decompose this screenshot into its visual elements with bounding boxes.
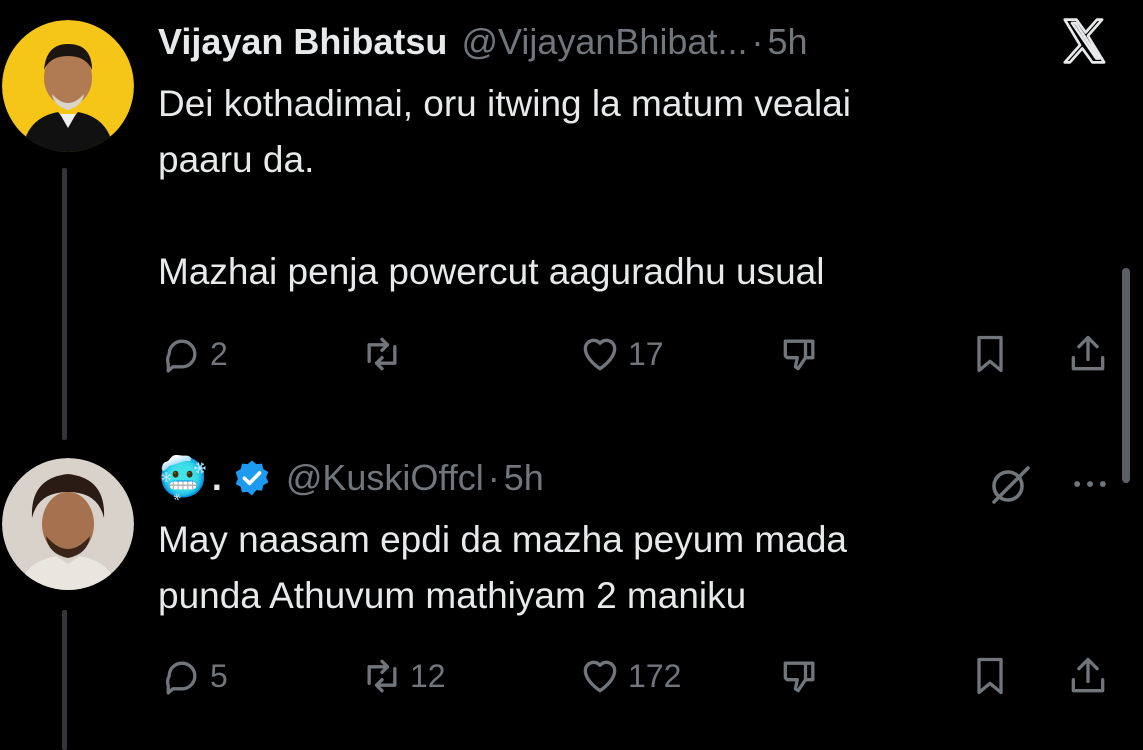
tweet-card[interactable]: Vijayan Bhibatsu @VijayanBhibat... · 5h … <box>0 0 1143 440</box>
reply-count: 5 <box>210 657 228 694</box>
more-options-icon[interactable] <box>1068 462 1112 506</box>
like-count: 172 <box>628 657 682 694</box>
thread-line <box>62 610 67 750</box>
bookmark-button[interactable] <box>968 332 1012 376</box>
thumbs-down-icon <box>783 339 815 371</box>
reply-count: 2 <box>210 335 228 372</box>
tweet-header: Vijayan Bhibatsu @VijayanBhibat... · 5h <box>158 18 808 66</box>
author-handle[interactable]: @VijayanBhibat... <box>461 21 747 63</box>
thumbs-down-icon <box>783 661 815 693</box>
tweet-actions: 5 12 172 <box>160 654 1120 698</box>
tweet-time[interactable]: 5h <box>768 21 808 63</box>
bookmark-icon <box>977 335 1003 373</box>
tweet-text: May naasam epdi da mazha peyum mada pund… <box>158 519 847 616</box>
retweet-button[interactable] <box>360 332 410 376</box>
avatar[interactable] <box>2 458 134 590</box>
share-icon <box>1071 335 1105 371</box>
downvote-button[interactable] <box>778 654 822 698</box>
like-button[interactable]: 172 <box>578 654 681 698</box>
author-name[interactable]: Vijayan Bhibatsu <box>158 21 447 63</box>
grok-icon[interactable] <box>986 460 1034 508</box>
tweet-actions: 2 17 <box>160 332 1120 376</box>
retweet-icon <box>367 337 397 371</box>
verified-badge-icon <box>235 460 269 496</box>
like-count: 17 <box>628 335 664 372</box>
separator-dot: · <box>487 457 500 498</box>
reply-button[interactable]: 2 <box>160 332 228 376</box>
author-name[interactable]: . <box>212 457 222 499</box>
like-button[interactable]: 17 <box>578 332 664 376</box>
tweet-header: 🥶 . @KuskiOffcl · 5h <box>158 454 544 502</box>
retweet-icon <box>367 659 397 693</box>
share-button[interactable] <box>1066 332 1110 376</box>
tweet-card[interactable]: 🥶 . @KuskiOffcl · 5h May naasam epdi da … <box>0 440 1143 750</box>
reply-button[interactable]: 5 <box>160 654 228 698</box>
retweet-button[interactable]: 12 <box>360 654 446 698</box>
downvote-button[interactable] <box>778 332 822 376</box>
reply-icon <box>166 661 197 695</box>
tweet-time[interactable]: 5h <box>504 457 544 499</box>
reply-icon <box>166 339 197 373</box>
tweet-text: Dei kothadimai, oru itwing la matum veal… <box>158 83 852 292</box>
separator-dot: · <box>751 21 764 62</box>
share-icon <box>1071 657 1105 693</box>
share-button[interactable] <box>1066 654 1110 698</box>
bookmark-button[interactable] <box>968 654 1012 698</box>
bookmark-icon <box>977 657 1003 695</box>
heart-icon <box>583 338 617 371</box>
retweet-count: 12 <box>410 657 446 694</box>
author-handle[interactable]: @KuskiOffcl <box>286 457 484 499</box>
scrollbar[interactable] <box>1122 268 1130 483</box>
avatar[interactable] <box>2 20 134 152</box>
author-name-emoji[interactable]: 🥶 <box>158 454 208 502</box>
heart-icon <box>583 660 617 693</box>
thread-line <box>62 168 67 440</box>
